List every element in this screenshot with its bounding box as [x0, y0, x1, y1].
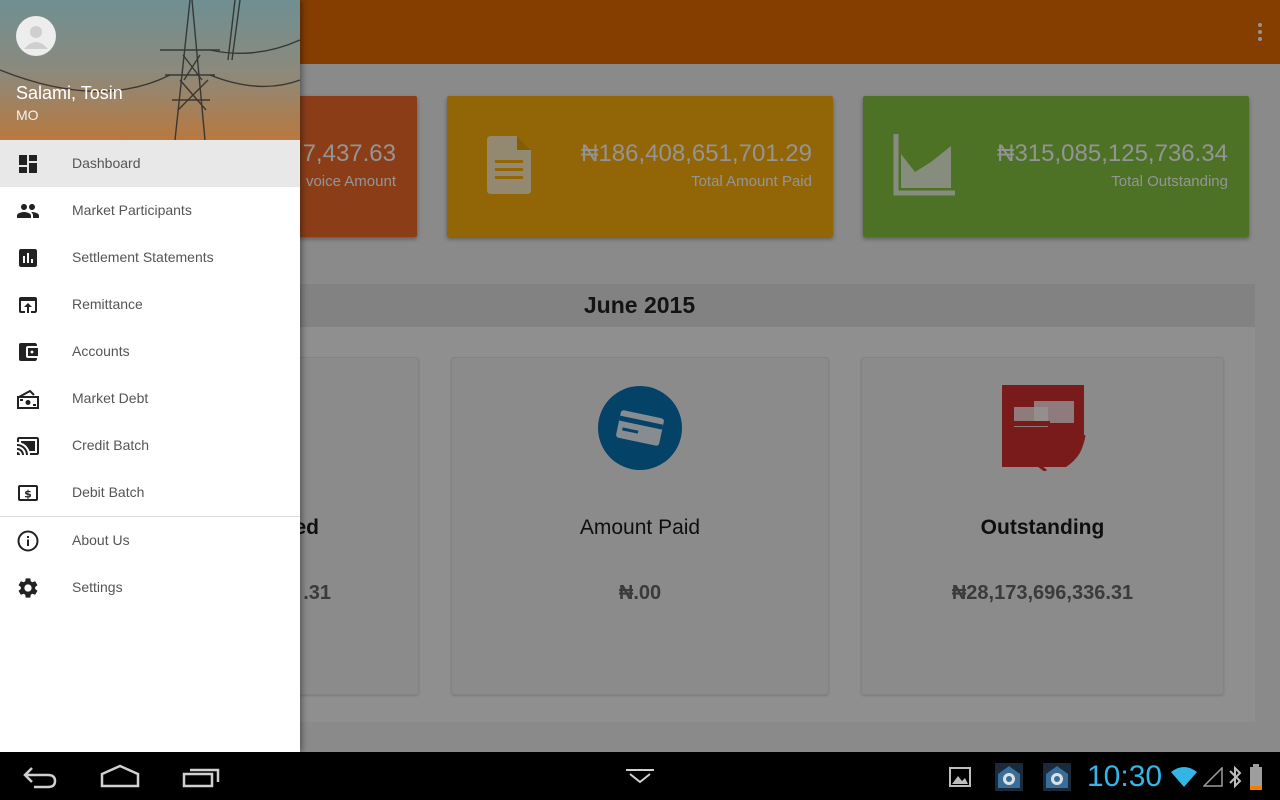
nav-item-label: Remittance	[72, 296, 143, 312]
nav-item-remittance[interactable]: Remittance	[0, 281, 300, 328]
person-icon	[24, 26, 48, 49]
nav-item-label: Credit Batch	[72, 437, 150, 453]
nav-item-credit-batch[interactable]: Credit Batch	[0, 422, 300, 469]
gear-icon	[18, 578, 38, 598]
recent-apps-icon[interactable]	[182, 766, 220, 788]
signal-icon	[1203, 767, 1223, 787]
back-icon[interactable]	[22, 762, 58, 790]
nav-item-label: About Us	[72, 532, 130, 548]
nav-item-debit-batch[interactable]: $ Debit Batch	[0, 469, 300, 516]
info-icon	[17, 530, 39, 552]
battery-icon	[1250, 764, 1262, 790]
wifi-icon	[1171, 767, 1197, 787]
bluetooth-icon	[1229, 765, 1242, 789]
svg-text:$: $	[24, 488, 32, 501]
navigation-drawer: Salami, Tosin MO Dashboard Market Partic…	[0, 0, 300, 752]
cash-icon	[17, 389, 39, 409]
people-icon	[17, 204, 39, 218]
nav-item-label: Market Participants	[72, 202, 192, 218]
nav-item-settings[interactable]: Settings	[0, 564, 300, 611]
app-notification-icon[interactable]	[994, 762, 1024, 792]
dollar-box-icon: $	[18, 485, 38, 501]
nav-item-label: Settings	[72, 579, 123, 595]
system-clock: 10:30	[1087, 760, 1163, 793]
bar-chart-icon	[19, 249, 37, 267]
nav-item-label: Dashboard	[72, 155, 141, 171]
system-navigation-bar: 10:30	[0, 752, 1280, 800]
upload-icon	[19, 297, 37, 313]
user-name: Salami, Tosin	[16, 83, 123, 103]
nav-item-about-us[interactable]: About Us	[0, 517, 300, 564]
user-role: MO	[16, 107, 39, 123]
drawer-header: Salami, Tosin MO	[0, 0, 300, 140]
nav-item-market-debt[interactable]: Market Debt	[0, 375, 300, 422]
wallet-icon	[19, 343, 38, 361]
app-notification-icon[interactable]	[1042, 762, 1072, 792]
home-icon[interactable]	[100, 764, 140, 788]
nav-item-label: Settlement Statements	[72, 249, 214, 265]
nav-item-label: Debit Batch	[72, 484, 145, 500]
avatar[interactable]	[16, 16, 56, 56]
nav-item-dashboard[interactable]: Dashboard	[0, 140, 300, 187]
nav-item-settlement-statements[interactable]: Settlement Statements	[0, 234, 300, 281]
gallery-notification-icon[interactable]	[948, 765, 972, 789]
nav-item-market-participants[interactable]: Market Participants	[0, 187, 300, 234]
chevron-down-icon[interactable]	[624, 768, 656, 784]
app-screen: 7,437.63 voice Amount ₦186,408,651,701.2…	[0, 0, 1280, 752]
cast-icon	[17, 437, 39, 455]
nav-item-label: Market Debt	[72, 390, 149, 406]
dashboard-icon	[19, 155, 37, 173]
nav-item-label: Accounts	[72, 343, 130, 359]
nav-item-accounts[interactable]: Accounts	[0, 328, 300, 375]
